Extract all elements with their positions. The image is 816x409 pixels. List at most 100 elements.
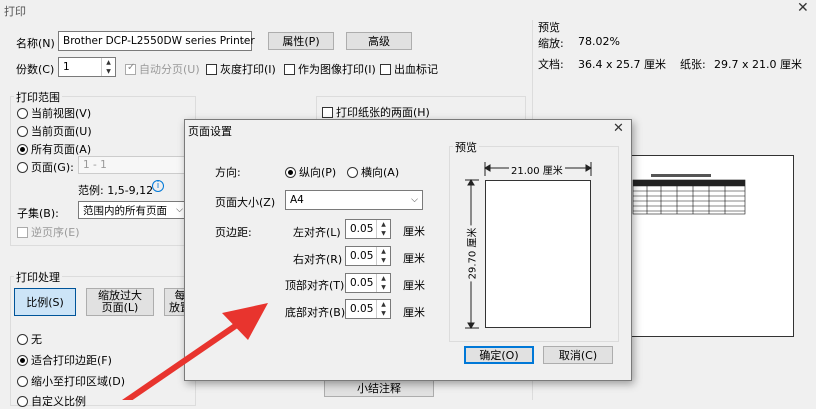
page-setup-title: 页面设置 [188, 125, 232, 138]
collate-label: 自动分页(U) [139, 63, 200, 76]
range-pages-label: 页面(G): [31, 161, 74, 174]
spin-up-icon[interactable]: ▲ [377, 247, 390, 256]
bottom-margin-unit: 厘米 [403, 306, 425, 319]
portrait-radio[interactable]: 纵向(P) [285, 164, 336, 180]
page-setup-dialog: 页面设置 ✕ 方向: 纵向(P) 横向(A) 页面大小(Z) A4 ⌵ 页边距:… [184, 119, 632, 381]
opt-custom-label: 自定义比例 [31, 395, 86, 408]
info-icon[interactable]: i [152, 180, 164, 192]
radio-icon [17, 395, 28, 407]
scale-button[interactable]: 比例(S) [14, 288, 76, 316]
bleed-marks-label: 出血标记 [394, 63, 438, 76]
top-margin-value: 0.05 [350, 277, 374, 289]
chevron-down-icon: ⌵ [411, 195, 418, 205]
right-margin-unit: 厘米 [403, 252, 425, 265]
paper-size-label: 页面大小(Z) [215, 196, 276, 209]
shrink-button-line2: 页面(L) [101, 301, 139, 314]
checkbox-icon [125, 62, 136, 75]
print-as-image-label: 作为图像打印(I) [298, 63, 376, 76]
subset-label: 子集(B): [17, 207, 59, 220]
left-margin-stepper[interactable]: 0.05 ▲ ▼ [345, 219, 391, 239]
radio-icon [347, 166, 358, 178]
copies-label: 份数(C) [16, 63, 55, 76]
right-margin-label: 右对齐(R) [293, 253, 343, 266]
landscape-label: 横向(A) [361, 166, 400, 179]
grayscale-checkbox[interactable]: 灰度打印(I) [206, 61, 276, 77]
spin-up-icon[interactable]: ▲ [377, 220, 390, 229]
print-handling-label: 打印处理 [14, 269, 62, 285]
pages-input[interactable]: 1 - 1 [78, 156, 188, 174]
spin-up-icon[interactable]: ▲ [377, 274, 390, 283]
radio-icon [17, 333, 28, 345]
properties-button[interactable]: 属性(P) [268, 32, 334, 50]
top-margin-label: 顶部对齐(T) [285, 279, 345, 292]
bottom-margin-value: 0.05 [350, 303, 374, 315]
copies-value: 1 [63, 61, 70, 73]
range-all-pages-radio[interactable]: 所有页面(A) [17, 141, 91, 157]
radio-icon [17, 354, 28, 366]
opt-fit-margin-radio[interactable]: 适合打印边距(F) [17, 352, 112, 368]
landscape-radio[interactable]: 横向(A) [347, 164, 399, 180]
checkbox-icon [17, 226, 28, 238]
range-current-view-radio[interactable]: 当前视图(V) [17, 105, 91, 121]
spin-down-icon[interactable]: ▼ [377, 229, 390, 238]
chevron-down-icon: ⌵ [240, 36, 247, 46]
bleed-marks-checkbox[interactable]: 出血标记 [380, 61, 438, 77]
opt-none-radio[interactable]: 无 [17, 331, 42, 347]
subset-select-value: 范围内的所有页面 [83, 204, 167, 217]
spin-up-icon[interactable]: ▲ [102, 58, 115, 67]
window-title: 打印 [4, 5, 26, 18]
close-icon[interactable]: ✕ [613, 121, 624, 136]
range-pages-radio[interactable]: 页面(G): [17, 159, 74, 175]
pages-input-placeholder: 1 - 1 [83, 159, 107, 171]
subset-select[interactable]: 范围内的所有页面 ⌵ [78, 201, 188, 219]
preview-title: 预览 [538, 21, 560, 34]
copies-stepper[interactable]: 1 ▲ ▼ [58, 57, 116, 77]
opt-fit-margin-label: 适合打印边距(F) [31, 354, 112, 367]
printer-name-label: 名称(N) [16, 37, 55, 50]
collate-checkbox[interactable]: 自动分页(U) [125, 61, 200, 77]
top-margin-stepper[interactable]: 0.05 ▲ ▼ [345, 273, 391, 293]
radio-icon [17, 375, 28, 387]
radio-icon [17, 107, 28, 119]
left-margin-label: 左对齐(L) [293, 226, 341, 239]
grayscale-label: 灰度打印(I) [220, 63, 276, 76]
close-icon[interactable]: ✕ [797, 0, 809, 16]
paper-size-select[interactable]: A4 ⌵ [285, 190, 423, 210]
opt-shrink-area-label: 缩小至打印区域(D) [31, 375, 126, 388]
radio-icon [17, 161, 28, 173]
spin-down-icon[interactable]: ▼ [102, 67, 115, 76]
orientation-label: 方向: [215, 166, 241, 179]
shrink-oversized-button[interactable]: 缩放过大 页面(L) [86, 288, 154, 316]
summary-button[interactable]: 小结注释 [324, 379, 434, 397]
reverse-order-checkbox[interactable]: 逆页序(E) [17, 224, 80, 240]
zoom-label: 缩放: [538, 37, 564, 50]
spin-down-icon[interactable]: ▼ [377, 256, 390, 265]
chevron-down-icon: ⌵ [176, 205, 183, 215]
reverse-order-label: 逆页序(E) [31, 226, 80, 239]
printer-select[interactable]: Brother DCP-L2550DW series Printer ⌵ [58, 31, 255, 51]
doc-size-value: 36.4 x 25.7 厘米 [578, 58, 666, 71]
ok-button[interactable]: 确定(O) [464, 346, 534, 364]
opt-shrink-area-radio[interactable]: 缩小至打印区域(D) [17, 373, 125, 389]
opt-custom-radio[interactable]: 自定义比例 [17, 393, 86, 409]
bottom-margin-stepper[interactable]: 0.05 ▲ ▼ [345, 299, 391, 319]
paper-label: 纸张: [680, 58, 706, 71]
printer-select-value: Brother DCP-L2550DW series Printer [63, 35, 255, 47]
duplex-label: 打印纸张的两面(H) [336, 106, 430, 119]
spin-down-icon[interactable]: ▼ [377, 283, 390, 292]
left-margin-unit: 厘米 [403, 225, 425, 238]
range-current-page-radio[interactable]: 当前页面(U) [17, 123, 92, 139]
radio-icon [17, 125, 28, 137]
doc-label: 文档: [538, 58, 564, 71]
right-margin-value: 0.05 [350, 250, 374, 262]
spin-up-icon[interactable]: ▲ [377, 300, 390, 309]
checkbox-icon [206, 63, 217, 75]
print-as-image-checkbox[interactable]: 作为图像打印(I) [284, 61, 376, 77]
range-current-page-label: 当前页面(U) [31, 125, 92, 138]
spin-down-icon[interactable]: ▼ [377, 309, 390, 318]
duplex-checkbox[interactable]: 打印纸张的两面(H) [322, 104, 430, 120]
right-margin-stepper[interactable]: 0.05 ▲ ▼ [345, 246, 391, 266]
advanced-button[interactable]: 高级 [346, 32, 412, 50]
height-dimension-label: 29.70 厘米 [463, 225, 479, 282]
cancel-button[interactable]: 取消(C) [543, 346, 613, 364]
